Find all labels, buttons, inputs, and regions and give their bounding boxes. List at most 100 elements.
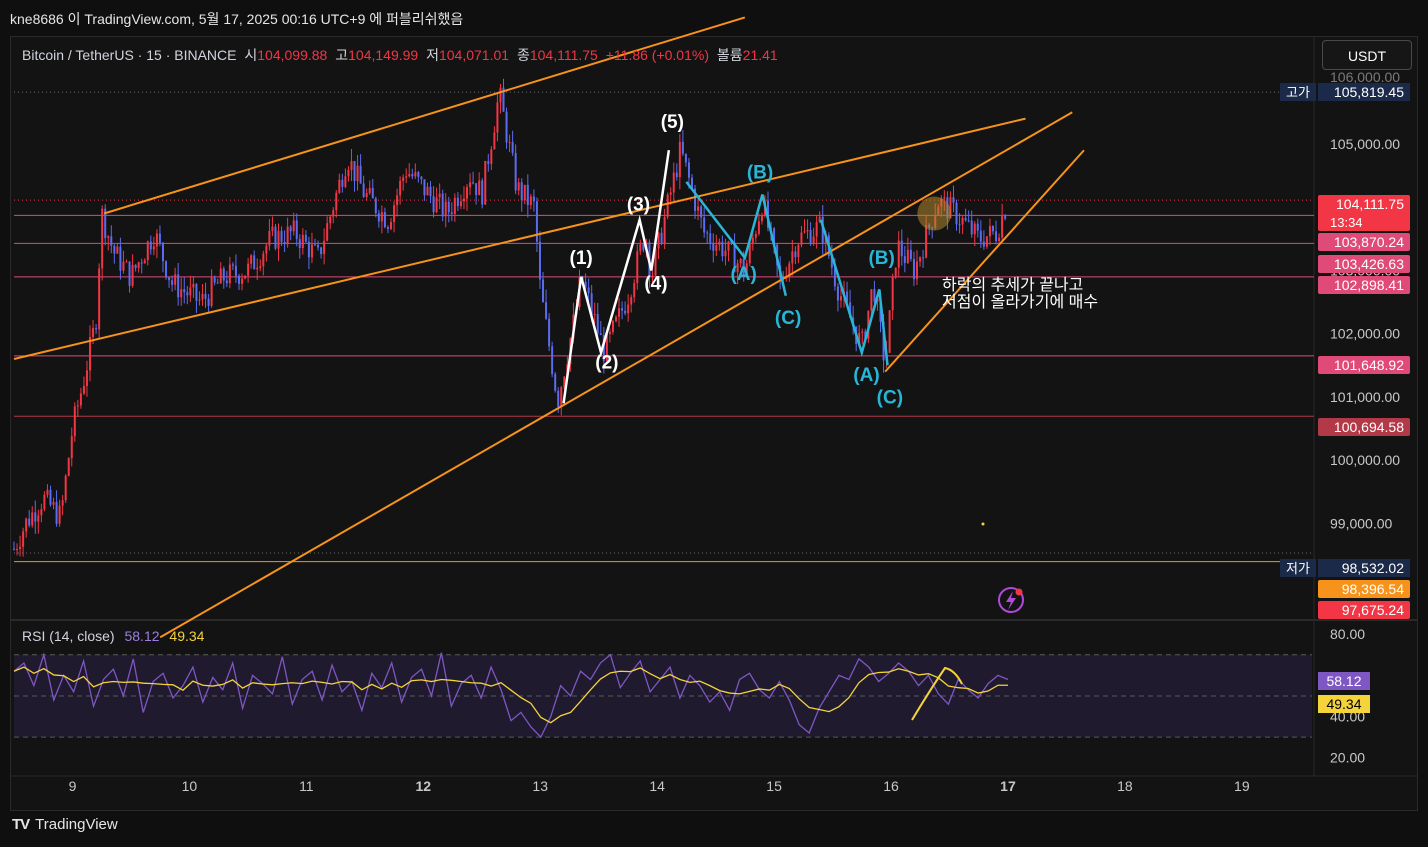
candle-body xyxy=(794,251,797,258)
candle-body xyxy=(313,244,316,246)
price-tick-label: 102,000.00 xyxy=(1330,326,1400,342)
candle-body xyxy=(371,187,374,199)
candle-body xyxy=(247,263,250,276)
chart-svg[interactable]: 105,000.00104,000.00103,000.00102,000.00… xyxy=(0,0,1428,847)
currency-button[interactable]: USDT xyxy=(1322,40,1412,70)
candle-body xyxy=(545,302,548,319)
candle-body xyxy=(560,387,563,407)
candle-body xyxy=(207,298,210,306)
candle-body xyxy=(639,244,642,252)
candle-body xyxy=(873,289,876,302)
candle-body xyxy=(61,500,64,506)
candle-body xyxy=(241,278,244,284)
candle-body xyxy=(128,261,131,286)
candle-body xyxy=(687,162,690,178)
close-label: 종 xyxy=(516,47,530,63)
session-tag-label: 저가 xyxy=(1286,561,1310,576)
wave-label: (B) xyxy=(868,248,894,269)
candle-body xyxy=(976,223,979,231)
annotation-text: 저점이 올라가기에 매수 xyxy=(942,293,1098,311)
price-tick-label: 100,000.00 xyxy=(1330,452,1400,468)
candle-body xyxy=(472,182,475,184)
candle-body xyxy=(894,267,897,277)
candle-body xyxy=(517,182,520,191)
candle-body xyxy=(511,142,514,153)
candle-body xyxy=(25,518,28,532)
candle-body xyxy=(432,196,435,213)
candle-body xyxy=(490,149,493,164)
candle-body xyxy=(870,289,873,311)
candle-body xyxy=(192,284,195,288)
candle-body xyxy=(943,197,946,199)
candle-body xyxy=(900,240,903,257)
candle-body xyxy=(861,331,864,333)
candle-body xyxy=(237,275,240,284)
candle-body xyxy=(520,182,523,201)
candle-body xyxy=(399,180,402,196)
candle-body xyxy=(198,299,201,301)
candle-body xyxy=(234,265,237,276)
candle-body xyxy=(754,233,757,238)
candle-body xyxy=(466,187,469,199)
candle-body xyxy=(368,187,371,194)
candle-body xyxy=(301,234,304,249)
candle-body xyxy=(408,174,411,177)
wave-label: (2) xyxy=(595,352,618,373)
candle-body xyxy=(995,231,998,242)
candle-body xyxy=(152,246,155,250)
candle-body xyxy=(505,111,508,143)
symbol-label[interactable]: Bitcoin / TetherUS · 15 · BINANCE xyxy=(22,47,236,63)
candle-body xyxy=(183,289,186,293)
candle-body xyxy=(259,266,262,268)
candle-body xyxy=(265,245,268,254)
brand-footer[interactable]: TV TradingView xyxy=(12,816,118,833)
candle-body xyxy=(542,279,545,303)
annotation-text: 하락의 추세가 끝나고 xyxy=(942,276,1083,294)
candle-body xyxy=(402,177,405,181)
candle-body xyxy=(405,176,408,178)
time-tick-label: 16 xyxy=(883,778,899,794)
candle-body xyxy=(304,234,307,242)
candle-body xyxy=(523,184,526,201)
candle-body xyxy=(329,216,332,224)
candle-body xyxy=(70,436,73,459)
candle-body xyxy=(177,274,180,298)
price-tag-value: 102,898.41 xyxy=(1334,277,1404,293)
trend-channel-line xyxy=(159,111,1073,639)
candle-body xyxy=(815,222,818,237)
candle-body xyxy=(548,318,551,347)
candle-body xyxy=(31,512,34,526)
candle-body xyxy=(1004,216,1007,219)
candle-body xyxy=(493,132,496,150)
candle-body xyxy=(110,236,113,246)
candle-body xyxy=(487,161,490,164)
candle-body xyxy=(551,346,554,375)
price-tick-label-partial: 106,000.00 xyxy=(1330,69,1400,85)
wave-label: (5) xyxy=(661,112,684,133)
candle-body xyxy=(888,310,891,353)
candle-body xyxy=(925,224,928,258)
candle-body xyxy=(350,161,353,171)
candle-body xyxy=(140,262,143,264)
candle-body xyxy=(323,240,326,255)
candle-body xyxy=(709,233,712,244)
candle-body xyxy=(897,240,900,268)
price-tag-value: 98,396.54 xyxy=(1342,581,1404,597)
candle-body xyxy=(484,161,487,205)
candle-body xyxy=(958,224,961,226)
candle-body xyxy=(396,195,399,206)
candle-body xyxy=(359,165,362,184)
candle-body xyxy=(964,217,967,221)
time-tick-label: 15 xyxy=(766,778,782,794)
candle-body xyxy=(891,276,894,311)
candle-body xyxy=(909,249,912,259)
candle-body xyxy=(806,229,809,232)
alert-dot-icon xyxy=(1015,588,1023,596)
candle-body xyxy=(721,241,724,257)
highlight-circle xyxy=(917,196,952,231)
candle-body xyxy=(362,183,365,198)
candle-body xyxy=(508,142,511,144)
candle-body xyxy=(663,216,666,244)
rsi-title[interactable]: RSI (14, close) xyxy=(22,628,115,644)
candle-body xyxy=(13,548,15,550)
